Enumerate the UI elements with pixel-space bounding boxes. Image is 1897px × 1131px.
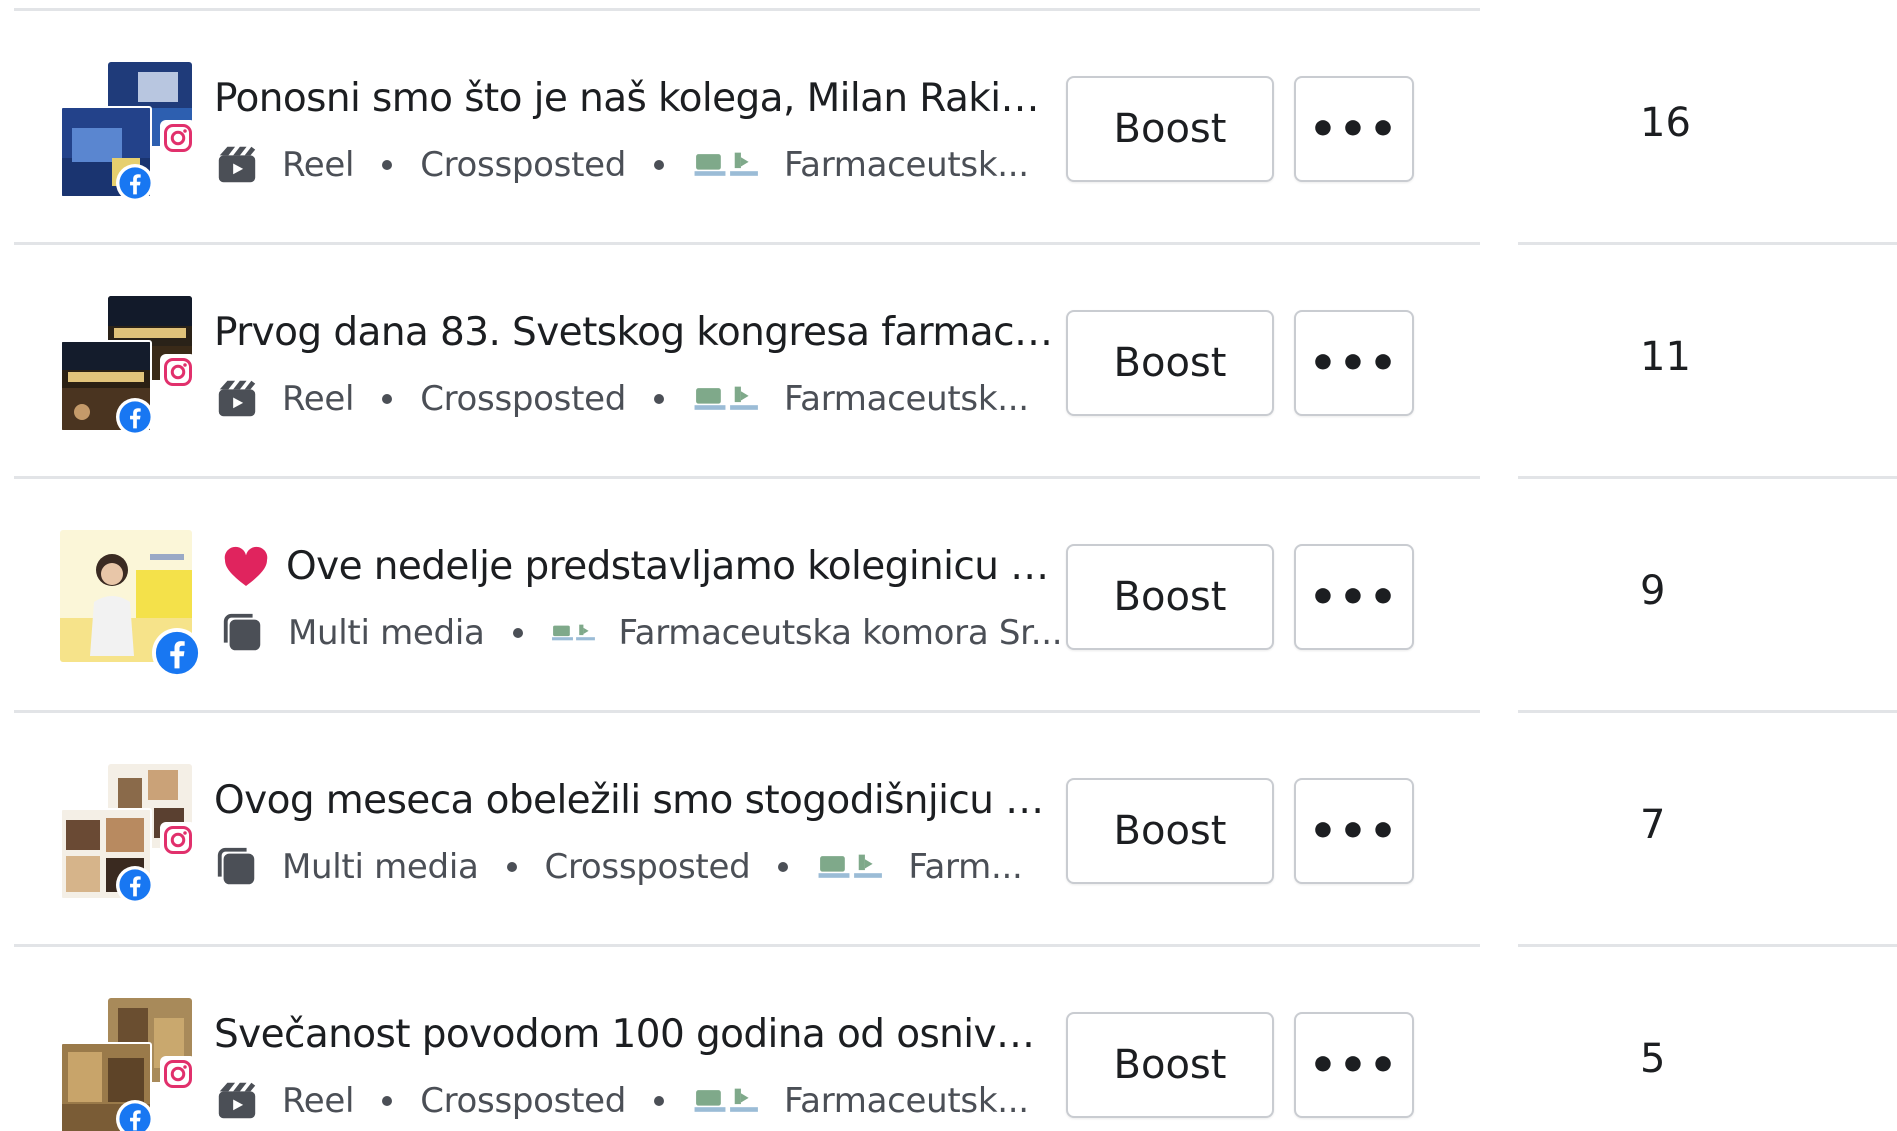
separator-dot — [382, 1096, 393, 1106]
boost-button[interactable]: Boost — [1066, 310, 1274, 416]
separator-dot — [382, 160, 393, 170]
page-name: Farmaceutska komora Sr... — [618, 613, 1063, 653]
table-row[interactable]: Ponosni smo što je naš kolega, Milan Rak… — [0, 8, 1897, 242]
more-options-button[interactable]: ••• — [1294, 76, 1414, 182]
separator-dot — [778, 862, 789, 872]
post-title[interactable]: Prvog dana 83. Svetskog kongresa farmaci… — [214, 308, 1054, 358]
reel-icon — [214, 376, 260, 422]
post-meta: Reel Crossposted Farmaceutsk... — [214, 374, 1064, 424]
multimedia-icon — [214, 844, 260, 890]
table-row[interactable]: Svečanost povodom 100 godina od osnivan.… — [0, 944, 1897, 1131]
page-icon — [692, 148, 762, 182]
post-meta: Multi media Farmaceutska komora Sr... — [220, 608, 1064, 658]
table-row[interactable]: Ovog meseca obeležili smo stogodišnjicu … — [0, 710, 1897, 944]
post-meta: Reel Crossposted Farmaceutsk... — [214, 140, 1064, 190]
post-title[interactable]: Ponosni smo što je naš kolega, Milan Rak… — [214, 74, 1054, 124]
row-divider — [1518, 944, 1897, 947]
separator-dot — [654, 1096, 665, 1106]
page-icon — [692, 382, 762, 416]
facebook-icon — [116, 866, 154, 904]
reel-icon — [214, 142, 260, 188]
post-meta: Multi media Crossposted Farm... — [214, 842, 1064, 892]
post-type-label: Multi media — [288, 613, 485, 653]
post-type-label: Reel — [282, 1081, 355, 1121]
post-thumbnail[interactable] — [60, 998, 200, 1131]
post-type-label: Reel — [282, 145, 355, 185]
instagram-icon — [160, 1056, 196, 1092]
table-row[interactable]: Ove nedelje predstavljamo koleginicu D..… — [0, 476, 1897, 710]
instagram-icon — [160, 120, 196, 156]
boost-button[interactable]: Boost — [1066, 76, 1274, 182]
row-divider — [14, 476, 1480, 479]
multimedia-icon — [220, 610, 266, 656]
page-name: Farmaceutsk... — [784, 379, 1029, 419]
post-thumbnail[interactable] — [60, 62, 200, 202]
post-thumbnail[interactable] — [60, 296, 200, 436]
post-thumbnail[interactable] — [60, 530, 202, 678]
facebook-icon — [116, 1100, 154, 1131]
post-thumbnail[interactable] — [60, 764, 200, 904]
metric-value: 9 — [1640, 568, 1666, 614]
post-title[interactable]: Svečanost povodom 100 godina od osnivan.… — [214, 1010, 1054, 1060]
separator-dot — [506, 862, 517, 872]
boost-button[interactable]: Boost — [1066, 544, 1274, 650]
more-options-button[interactable]: ••• — [1294, 310, 1414, 416]
facebook-icon — [152, 628, 202, 678]
row-divider — [14, 242, 1480, 245]
boost-button[interactable]: Boost — [1066, 1012, 1274, 1118]
more-options-button[interactable]: ••• — [1294, 1012, 1414, 1118]
reel-icon — [214, 1078, 260, 1124]
instagram-icon — [160, 822, 196, 858]
crossposted-label: Crossposted — [420, 379, 627, 419]
table-row[interactable]: Prvog dana 83. Svetskog kongresa farmaci… — [0, 242, 1897, 476]
page-name: Farm... — [908, 847, 1023, 887]
heart-icon — [222, 544, 270, 592]
metric-value: 11 — [1640, 334, 1691, 380]
separator-dot — [512, 628, 523, 638]
separator-dot — [654, 394, 665, 404]
row-divider — [14, 710, 1480, 713]
posts-table: Ponosni smo što je naš kolega, Milan Rak… — [0, 0, 1897, 1131]
page-name: Farmaceutsk... — [784, 1081, 1029, 1121]
row-divider — [1518, 242, 1897, 245]
row-divider — [1518, 476, 1897, 479]
page-icon — [816, 850, 886, 884]
metric-value: 7 — [1640, 802, 1666, 848]
separator-dot — [382, 394, 393, 404]
crossposted-label: Crossposted — [420, 145, 627, 185]
metric-value: 5 — [1640, 1036, 1666, 1082]
row-divider — [1518, 710, 1897, 713]
metric-value: 16 — [1640, 100, 1691, 146]
more-options-button[interactable]: ••• — [1294, 778, 1414, 884]
row-divider — [14, 8, 1480, 11]
facebook-icon — [116, 164, 154, 202]
post-title[interactable]: Ove nedelje predstavljamo koleginicu D..… — [286, 542, 1056, 592]
post-type-label: Multi media — [282, 847, 479, 887]
page-icon — [692, 1084, 762, 1118]
more-options-button[interactable]: ••• — [1294, 544, 1414, 650]
boost-button[interactable]: Boost — [1066, 778, 1274, 884]
instagram-icon — [160, 354, 196, 390]
post-type-label: Reel — [282, 379, 355, 419]
crossposted-label: Crossposted — [544, 847, 751, 887]
facebook-icon — [116, 398, 154, 436]
post-title[interactable]: Ovog meseca obeležili smo stogodišnjicu … — [214, 776, 1054, 826]
page-icon — [551, 616, 597, 650]
page-name: Farmaceutsk... — [784, 145, 1029, 185]
separator-dot — [654, 160, 665, 170]
row-divider — [14, 944, 1480, 947]
crossposted-label: Crossposted — [420, 1081, 627, 1121]
post-meta: Reel Crossposted Farmaceutsk... — [214, 1076, 1064, 1126]
